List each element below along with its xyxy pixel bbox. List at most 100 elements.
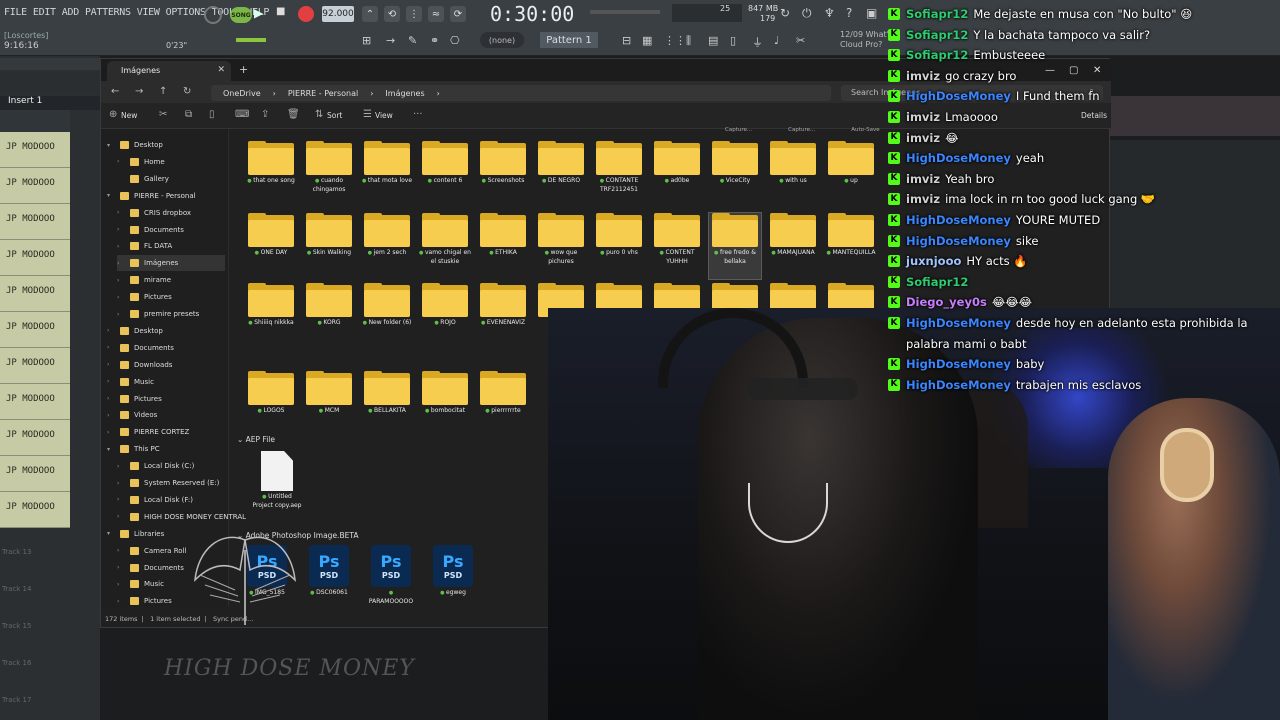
- chat-username[interactable]: HighDoseMoney: [906, 234, 1011, 248]
- sidebar-item[interactable]: › PIERRE CORTEZ: [107, 424, 189, 440]
- tempo-tapper-icon[interactable]: ♩: [774, 34, 779, 47]
- document-icon[interactable]: ▯: [730, 34, 736, 47]
- delete-icon[interactable]: 🗑: [287, 109, 300, 120]
- chat-username[interactable]: HighDoseMoney: [906, 357, 1011, 371]
- chevron-icon[interactable]: ›: [117, 311, 125, 318]
- rename-icon[interactable]: ⌨: [235, 109, 249, 120]
- paste-icon[interactable]: ▯: [209, 109, 215, 120]
- chat-username[interactable]: imviz: [906, 131, 940, 145]
- folder-item[interactable]: Skin Walking: [303, 213, 355, 279]
- file-item-aep[interactable]: Untitled Project copy.aep: [249, 451, 305, 509]
- menu-options[interactable]: Options: [166, 7, 206, 18]
- sidebar-item[interactable]: › Desktop: [107, 323, 163, 339]
- browser-icon[interactable]: ▤: [708, 34, 718, 47]
- sidebar-item[interactable]: › CRIS dropbox: [117, 205, 191, 221]
- song-mode-toggle[interactable]: SONG: [230, 7, 252, 23]
- new-button[interactable]: New: [121, 111, 137, 120]
- sidebar-item[interactable]: ▾ This PC: [107, 441, 160, 457]
- folder-item[interactable]: that mota love: [361, 141, 413, 207]
- chat-username[interactable]: imviz: [906, 69, 940, 83]
- folder-item[interactable]: pierrrrrrte: [477, 371, 529, 437]
- chevron-icon[interactable]: ›: [107, 395, 115, 402]
- folder-item[interactable]: MCM: [303, 371, 355, 437]
- chevron-icon[interactable]: ›: [117, 277, 125, 284]
- microphone-icon[interactable]: ♆: [824, 6, 835, 20]
- folder-item[interactable]: up: [825, 141, 877, 207]
- sidebar-item[interactable]: › Pictures: [107, 391, 162, 407]
- loop-record-icon[interactable]: ⟳: [450, 6, 466, 22]
- chevron-icon[interactable]: ▾: [107, 142, 115, 149]
- chevron-icon[interactable]: ›: [117, 480, 125, 487]
- chevron-icon[interactable]: ›: [117, 260, 125, 267]
- folder-item[interactable]: free fredo & bellaka: [708, 212, 762, 280]
- chat-username[interactable]: Sofiapr12: [906, 275, 968, 289]
- pencil-icon[interactable]: ✎: [408, 34, 417, 47]
- folder-item[interactable]: ROJO: [419, 283, 471, 349]
- sidebar-item[interactable]: › Downloads: [107, 357, 172, 373]
- folder-item[interactable]: content 6: [419, 141, 471, 207]
- copy-icon[interactable]: ⧉: [185, 109, 192, 120]
- sidebar-item[interactable]: › Documents: [117, 560, 184, 576]
- menu-add[interactable]: Add: [62, 7, 79, 18]
- explorer-tab[interactable]: Imágenes ✕: [107, 61, 231, 81]
- chat-username[interactable]: HighDoseMoney: [906, 89, 1011, 103]
- menu-edit[interactable]: Edit: [33, 7, 56, 18]
- save-icon[interactable]: ▣: [866, 6, 877, 20]
- folder-item[interactable]: ETHIKA: [477, 213, 529, 279]
- track-header[interactable]: JP MODOOO: [0, 240, 70, 276]
- sidebar-item[interactable]: › premire presets: [117, 306, 199, 322]
- sidebar-item[interactable]: › Documents: [107, 340, 174, 356]
- folder-item[interactable]: ONE DAY: [245, 213, 297, 279]
- folder-item[interactable]: that one song: [245, 141, 297, 207]
- group-header-aep[interactable]: ⌄ AEP File: [237, 435, 275, 444]
- countdown-icon[interactable]: ⋮: [406, 6, 422, 22]
- folder-item[interactable]: with us: [767, 141, 819, 207]
- chat-username[interactable]: Sofiapr12: [906, 48, 968, 62]
- sidebar-item[interactable]: ▾ Desktop: [107, 137, 163, 153]
- folder-item[interactable]: puro 0 vhs: [593, 213, 645, 279]
- chevron-icon[interactable]: ▾: [107, 192, 115, 199]
- folder-item[interactable]: Shiiiiq nikkka: [245, 283, 297, 349]
- sidebar-item[interactable]: › Imágenes: [117, 255, 225, 272]
- folder-item[interactable]: DE NEGRO: [535, 141, 587, 207]
- track-header[interactable]: JP MODOOO: [0, 420, 70, 456]
- folder-item[interactable]: cuando chingamos: [303, 141, 355, 207]
- back-arrow-icon[interactable]: ←: [111, 86, 119, 97]
- chevron-icon[interactable]: ›: [117, 294, 125, 301]
- chat-username[interactable]: imviz: [906, 110, 940, 124]
- chevron-icon[interactable]: ›: [107, 429, 115, 436]
- sidebar-item[interactable]: › FL DATA: [117, 238, 172, 254]
- sidebar-item[interactable]: › Local Disk (C:): [117, 458, 194, 474]
- chevron-icon[interactable]: ›: [117, 564, 125, 571]
- sort-icon[interactable]: ⇅: [315, 109, 323, 120]
- cut-icon[interactable]: ✂: [159, 109, 167, 120]
- chevron-icon[interactable]: ›: [117, 581, 125, 588]
- help-icon[interactable]: ?: [846, 6, 852, 20]
- folder-item[interactable]: CONTANTE TRF2112451: [593, 141, 645, 207]
- link-icon[interactable]: ⚭: [430, 34, 439, 47]
- folder-item[interactable]: jem 2 sech: [361, 213, 413, 279]
- plugin-icon[interactable]: ⏻: [802, 6, 812, 21]
- breadcrumb-item[interactable]: OneDrive: [223, 89, 261, 98]
- folder-item[interactable]: wow que pichures: [535, 213, 587, 279]
- sidebar-item[interactable]: › Pictures: [117, 593, 172, 609]
- sidebar-item[interactable]: ▾ PIERRE - Personal: [107, 188, 196, 204]
- chat-username[interactable]: Sofiapr12: [906, 7, 968, 21]
- sort-button[interactable]: Sort: [327, 111, 342, 120]
- chevron-icon[interactable]: ›: [107, 327, 115, 334]
- view-button[interactable]: View: [375, 111, 393, 120]
- sidebar-item[interactable]: › mirame: [117, 272, 171, 288]
- track-header[interactable]: JP MODOOO: [0, 348, 70, 384]
- blend-notes-icon[interactable]: ≈: [428, 6, 444, 22]
- chat-username[interactable]: Sofiapr12: [906, 28, 968, 42]
- sidebar-item[interactable]: › Home: [117, 154, 165, 170]
- folder-item[interactable]: MAMAJUANA: [767, 213, 819, 279]
- plug-icon[interactable]: ⏚: [752, 34, 763, 50]
- arrow-right-icon[interactable]: →: [386, 34, 395, 47]
- track-header[interactable]: JP MODOOO: [0, 204, 70, 240]
- sidebar-item[interactable]: › Music: [117, 576, 164, 592]
- more-options-icon[interactable]: ···: [413, 109, 423, 120]
- breadcrumb-item[interactable]: Imágenes: [385, 89, 424, 98]
- sidebar-item[interactable]: › Music: [107, 374, 154, 390]
- track-header[interactable]: JP MODOOO: [0, 276, 70, 312]
